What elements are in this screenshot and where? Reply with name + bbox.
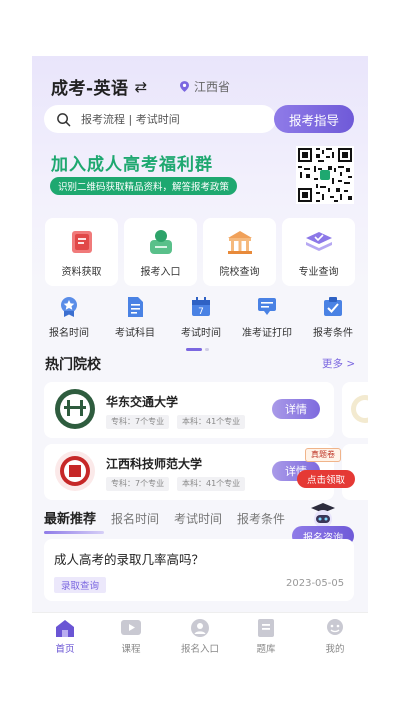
quick-link-requirements[interactable]: 报考条件: [300, 296, 366, 339]
detail-button[interactable]: 详情: [272, 399, 320, 419]
app-root: 成考-英语 ⇄ 江西省 报考流程 | 考试时间 报考指导 加入成人高考福利群 识…: [0, 0, 400, 712]
tabbar-label: 首页: [55, 644, 75, 655]
search-input[interactable]: 报考流程 | 考试时间: [44, 105, 276, 133]
print-icon: [258, 298, 276, 315]
school-tag-bachelor: 本科：41个专业: [177, 477, 246, 491]
page-indicator-active: [186, 348, 202, 351]
category-major-search[interactable]: 专业查询: [279, 218, 358, 286]
tab-latest-label: 最新推荐: [44, 512, 97, 527]
article-card[interactable]: 成人高考的录取几率高吗？ 录取查询 2023-05-05: [44, 539, 354, 601]
play-course-icon: [121, 620, 141, 635]
quick-link-subjects[interactable]: 考试科目: [102, 296, 168, 339]
school-logo-icon: [351, 395, 368, 423]
tabbar-home[interactable]: 首页: [40, 618, 90, 655]
bottom-tab-bar: 首页 课程 报名入口 题库 我的: [32, 612, 368, 660]
profile-icon: [327, 619, 343, 635]
category-label: 专业查询: [298, 267, 339, 278]
school-card[interactable]: 江西科技师范大学 专科：7个专业 本科：41个专业 详情: [44, 444, 334, 500]
user-entry-icon: [191, 619, 209, 637]
school-logo-icon: [55, 451, 95, 491]
tabbar-label: 课程: [121, 644, 141, 655]
location-pin-icon: [180, 81, 189, 92]
banner-title: 加入成人高考福利群: [51, 155, 213, 175]
category-grid: 资料获取 报考入口 院校查询 专业查询: [42, 218, 358, 286]
school-tag-junior: 专科：7个专业: [106, 415, 170, 429]
question-bank-icon: [258, 619, 274, 637]
tabbar-question-bank[interactable]: 题库: [241, 618, 291, 655]
banner-subtitle: 识别二维码获取精品资料，解答报考政策: [50, 177, 238, 195]
tab-active-underline: [44, 531, 104, 534]
tab-latest[interactable]: 最新推荐: [44, 508, 104, 534]
quick-link-signup-time[interactable]: 报名时间: [36, 296, 102, 339]
article-title: 成人高考的录取几率高吗？: [54, 552, 205, 567]
school-card-peek[interactable]: [342, 382, 368, 438]
search-placeholder: 报考流程 | 考试时间: [81, 113, 180, 126]
tabbar-apply-entry[interactable]: 报名入口: [175, 618, 225, 655]
home-icon: [56, 620, 74, 637]
tabbar-label: 题库: [256, 644, 276, 655]
guide-button[interactable]: 报考指导: [274, 105, 354, 133]
book-icon: [71, 231, 92, 253]
section-title-hot-schools: 热门院校: [45, 357, 101, 373]
quick-links: 报名时间 考试科目 7 考试时间 准考证打印 报考条件: [36, 296, 364, 344]
school-tag-bachelor: 本科：41个专业: [177, 415, 246, 429]
qr-code-image: [296, 146, 354, 204]
quick-link-label: 报名时间: [49, 328, 89, 339]
exam-paper-label: 真题卷: [305, 448, 341, 462]
category-school-search[interactable]: 院校查询: [200, 218, 279, 286]
calendar-icon: 7: [192, 297, 210, 317]
tab-exam-time[interactable]: 考试时间: [174, 510, 222, 527]
apply-entry-icon: [149, 230, 172, 254]
page-title: 成考-英语: [51, 79, 129, 99]
school-name: 江西科技师范大学: [106, 457, 203, 471]
promo-banner[interactable]: 加入成人高考福利群 识别二维码获取精品资料，解答报考政策: [42, 144, 358, 204]
page-indicator: [186, 348, 209, 351]
document-icon: [128, 297, 143, 317]
tab-signup-time[interactable]: 报名时间: [111, 510, 159, 527]
category-label: 报考入口: [140, 267, 181, 278]
school-card[interactable]: 华东交通大学 专科：7个专业 本科：41个专业 详情: [44, 382, 334, 438]
badge-star-icon: [61, 297, 77, 317]
article-date: 2023-05-05: [286, 578, 345, 589]
school-logo-icon: [55, 389, 95, 429]
school-tag-junior: 专科：7个专业: [106, 477, 170, 491]
quick-link-label: 报考条件: [313, 328, 353, 339]
feed-tabs: 最新推荐 报名时间 考试时间 报考条件: [44, 508, 300, 534]
search-icon: [57, 112, 71, 126]
free-exam-paper-float[interactable]: 真题卷 点击领取: [297, 446, 355, 490]
checklist-icon: [324, 297, 342, 316]
article-tag: 录取查询: [54, 577, 107, 593]
phone-screen: 成考-英语 ⇄ 江西省 报考流程 | 考试时间 报考指导 加入成人高考福利群 识…: [32, 56, 368, 660]
tabbar-courses[interactable]: 课程: [106, 618, 156, 655]
tabbar-label: 报名入口: [180, 644, 219, 655]
subject-switcher[interactable]: 成考-英语 ⇄: [51, 74, 148, 100]
quick-link-label: 考试时间: [181, 328, 221, 339]
tabbar-label: 我的: [325, 644, 345, 655]
category-label: 院校查询: [219, 267, 260, 278]
quick-link-label: 考试科目: [115, 328, 155, 339]
page-indicator-dot: [205, 348, 209, 351]
tab-requirements[interactable]: 报考条件: [237, 510, 285, 527]
robot-graduate-icon: [311, 503, 335, 528]
quick-link-exam-time[interactable]: 7 考试时间: [168, 296, 234, 339]
layers-icon: [305, 232, 332, 251]
quick-link-admission-ticket[interactable]: 准考证打印: [234, 296, 300, 339]
school-name: 华东交通大学: [106, 395, 179, 409]
category-apply-entry[interactable]: 报考入口: [121, 218, 200, 286]
building-icon: [227, 231, 252, 254]
swap-arrows-icon[interactable]: ⇄: [135, 78, 148, 96]
location-label: 江西省: [194, 80, 231, 94]
category-materials[interactable]: 资料获取: [42, 218, 121, 286]
claim-button[interactable]: 点击领取: [297, 470, 355, 488]
location-selector[interactable]: 江西省: [180, 78, 230, 95]
quick-link-label: 准考证打印: [242, 328, 292, 339]
category-label: 资料获取: [61, 267, 102, 278]
more-link[interactable]: 更多 >: [322, 356, 355, 371]
tabbar-profile[interactable]: 我的: [310, 618, 360, 655]
svg-text:7: 7: [198, 307, 204, 317]
